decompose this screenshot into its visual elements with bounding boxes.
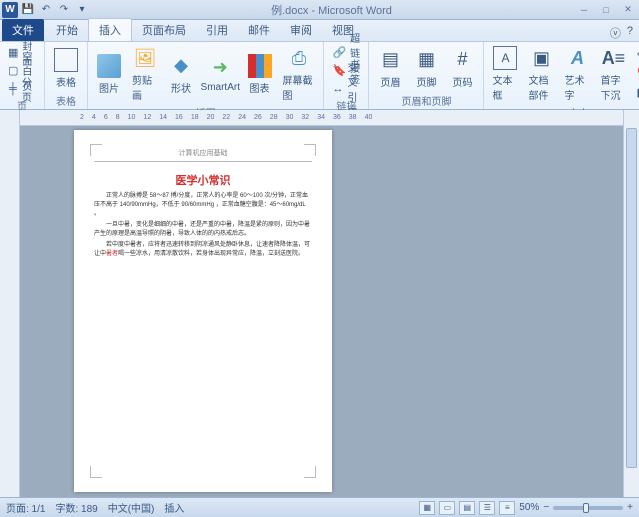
close-icon[interactable]: ✕ xyxy=(617,2,639,18)
dropcap-icon: A≡ xyxy=(601,46,625,70)
help-icon[interactable]: ? xyxy=(627,25,633,41)
link-icon: 🔗 xyxy=(332,46,346,60)
cover-icon: ▦ xyxy=(8,46,18,60)
crossref-button[interactable]: ↔交叉引用 xyxy=(328,80,364,97)
vertical-ruler[interactable] xyxy=(0,110,20,497)
wordart-icon: A xyxy=(565,46,589,70)
redo-icon[interactable]: ↷ xyxy=(56,2,72,18)
table-icon xyxy=(54,48,78,72)
tab-mailings[interactable]: 邮件 xyxy=(238,19,280,41)
status-words[interactable]: 字数: 189 xyxy=(55,500,97,515)
header-icon: ▤ xyxy=(378,48,402,72)
margin-corner xyxy=(304,144,316,156)
group-text: A文本框 ▣文档部件 A艺术字 A≡首字下沉 ✎签名行 📅日期和时间 ◧对象 文… xyxy=(484,42,639,109)
footer-icon: ▦ xyxy=(414,48,438,72)
pagenum-button[interactable]: #页码 xyxy=(445,46,479,91)
clipart-icon: 🖼 xyxy=(133,46,157,70)
view-outline-icon[interactable]: ☰ xyxy=(479,501,495,515)
view-web-icon[interactable]: ▤ xyxy=(459,501,475,515)
header-button[interactable]: ▤页眉 xyxy=(373,46,407,91)
screenshot-button[interactable]: ⎙屏幕截图 xyxy=(279,44,320,104)
blank-icon: ▢ xyxy=(8,64,18,78)
page[interactable]: 计算机应用基础 医学小常识 正常人的脉搏是 58～87 搏/分度，正常人的心率是… xyxy=(74,130,332,492)
status-language[interactable]: 中文(中国) xyxy=(108,500,155,515)
tab-references[interactable]: 引用 xyxy=(196,19,238,41)
textbox-button[interactable]: A文本框 xyxy=(488,44,522,104)
ribbon: ▦封面 ▢空白页 ╪分页 页 表格 表格 图片 🖼剪贴画 ◆形状 ➜SmartA… xyxy=(0,42,639,110)
statusbar: 页面: 1/1 字数: 189 中文(中国) 插入 ▦ ▭ ▤ ☰ ≡ 50% … xyxy=(0,497,639,517)
paragraph[interactable]: 若中度中暑者，应将者迅速转移到阴凉通风处静卧休息，让速者降降体温，可让中暑者喝一… xyxy=(94,241,312,259)
picture-icon xyxy=(97,54,121,78)
pagenum-icon: # xyxy=(450,48,474,72)
break-icon: ╪ xyxy=(8,82,18,96)
zoom-level[interactable]: 50% xyxy=(519,502,539,513)
scrollbar-thumb[interactable] xyxy=(626,128,637,468)
clipart-button[interactable]: 🖼剪贴画 xyxy=(128,44,162,104)
qat-dropdown-icon[interactable]: ▾ xyxy=(74,2,90,18)
horizontal-ruler[interactable]: 246810121416182022242628303234363840 xyxy=(20,110,623,126)
minimize-ribbon-icon[interactable]: ⓥ xyxy=(610,25,621,41)
table-button[interactable]: 表格 xyxy=(49,46,83,91)
shapes-icon: ◆ xyxy=(169,54,193,78)
tab-home[interactable]: 开始 xyxy=(46,19,88,41)
page-break-button[interactable]: ╪分页 xyxy=(4,80,40,97)
word-app-icon: W xyxy=(2,2,18,18)
wordart-button[interactable]: A艺术字 xyxy=(560,44,594,104)
shapes-button[interactable]: ◆形状 xyxy=(164,52,198,97)
margin-corner xyxy=(304,466,316,478)
view-print-icon[interactable]: ▦ xyxy=(419,501,435,515)
textbox-icon: A xyxy=(493,46,517,70)
save-icon[interactable]: 💾 xyxy=(20,2,36,18)
tab-layout[interactable]: 页面布局 xyxy=(132,19,196,41)
picture-button[interactable]: 图片 xyxy=(92,52,126,97)
group-header-footer: ▤页眉 ▦页脚 #页码 页眉和页脚 xyxy=(369,42,484,109)
workspace: 246810121416182022242628303234363840 计算机… xyxy=(0,110,639,497)
group-tables: 表格 表格 xyxy=(45,42,88,109)
bookmark-icon: 🔖 xyxy=(332,64,346,78)
object-button[interactable]: ◧对象 xyxy=(632,84,639,101)
smartart-icon: ➜ xyxy=(208,56,232,80)
smartart-button[interactable]: ➜SmartArt xyxy=(200,54,241,95)
zoom-thumb[interactable] xyxy=(583,503,589,513)
undo-icon[interactable]: ↶ xyxy=(38,2,54,18)
paragraph[interactable]: 一旦中暑，变化是细细的中暑，还是严重的中暑，降温是紧的原则，因为中暑产生的原理是… xyxy=(94,221,312,239)
dropcap-button[interactable]: A≡首字下沉 xyxy=(596,44,630,104)
group-links: 🔗超链接 🔖书签 ↔交叉引用 链接 xyxy=(324,42,369,109)
margin-corner xyxy=(90,144,102,156)
group-pages: ▦封面 ▢空白页 ╪分页 页 xyxy=(0,42,45,109)
tab-review[interactable]: 审阅 xyxy=(280,19,322,41)
document-body[interactable]: 正常人的脉搏是 58～87 搏/分度，正常人的心率是 60～100 次/分钟，正… xyxy=(74,192,332,259)
titlebar: W 💾 ↶ ↷ ▾ 例.docx - Microsoft Word ─ □ ✕ xyxy=(0,0,639,20)
footer-button[interactable]: ▦页脚 xyxy=(409,46,443,91)
window-title: 例.docx - Microsoft Word xyxy=(90,2,573,18)
status-page[interactable]: 页面: 1/1 xyxy=(6,500,45,515)
document-title[interactable]: 医学小常识 xyxy=(74,172,332,188)
view-draft-icon[interactable]: ≡ xyxy=(499,501,515,515)
vertical-scrollbar[interactable] xyxy=(623,110,639,497)
document-area[interactable]: 246810121416182022242628303234363840 计算机… xyxy=(20,110,623,497)
ribbon-tabs: 文件 开始 插入 页面布局 引用 邮件 审阅 视图 ⓥ ? xyxy=(0,20,639,42)
chart-button[interactable]: 图表 xyxy=(243,52,277,97)
zoom-out-icon[interactable]: − xyxy=(543,502,549,513)
view-reading-icon[interactable]: ▭ xyxy=(439,501,455,515)
signature-button[interactable]: ✎签名行 xyxy=(632,48,639,65)
quickparts-button[interactable]: ▣文档部件 xyxy=(524,44,558,104)
tab-insert[interactable]: 插入 xyxy=(88,18,132,41)
paragraph[interactable]: 正常人的脉搏是 58～87 搏/分度，正常人的心率是 60～100 次/分钟，正… xyxy=(94,192,312,219)
screenshot-icon: ⎙ xyxy=(287,46,311,70)
parts-icon: ▣ xyxy=(529,46,553,70)
chart-icon xyxy=(248,54,272,78)
minimize-icon[interactable]: ─ xyxy=(573,2,595,18)
status-mode[interactable]: 插入 xyxy=(164,500,184,515)
group-illustrations: 图片 🖼剪贴画 ◆形状 ➜SmartArt 图表 ⎙屏幕截图 插图 xyxy=(88,42,324,109)
page-header[interactable]: 计算机应用基础 xyxy=(94,148,312,162)
margin-corner xyxy=(90,466,102,478)
zoom-in-icon[interactable]: + xyxy=(627,502,633,513)
datetime-button[interactable]: 📅日期和时间 xyxy=(632,66,639,83)
maximize-icon[interactable]: □ xyxy=(595,2,617,18)
crossref-icon: ↔ xyxy=(332,82,343,96)
